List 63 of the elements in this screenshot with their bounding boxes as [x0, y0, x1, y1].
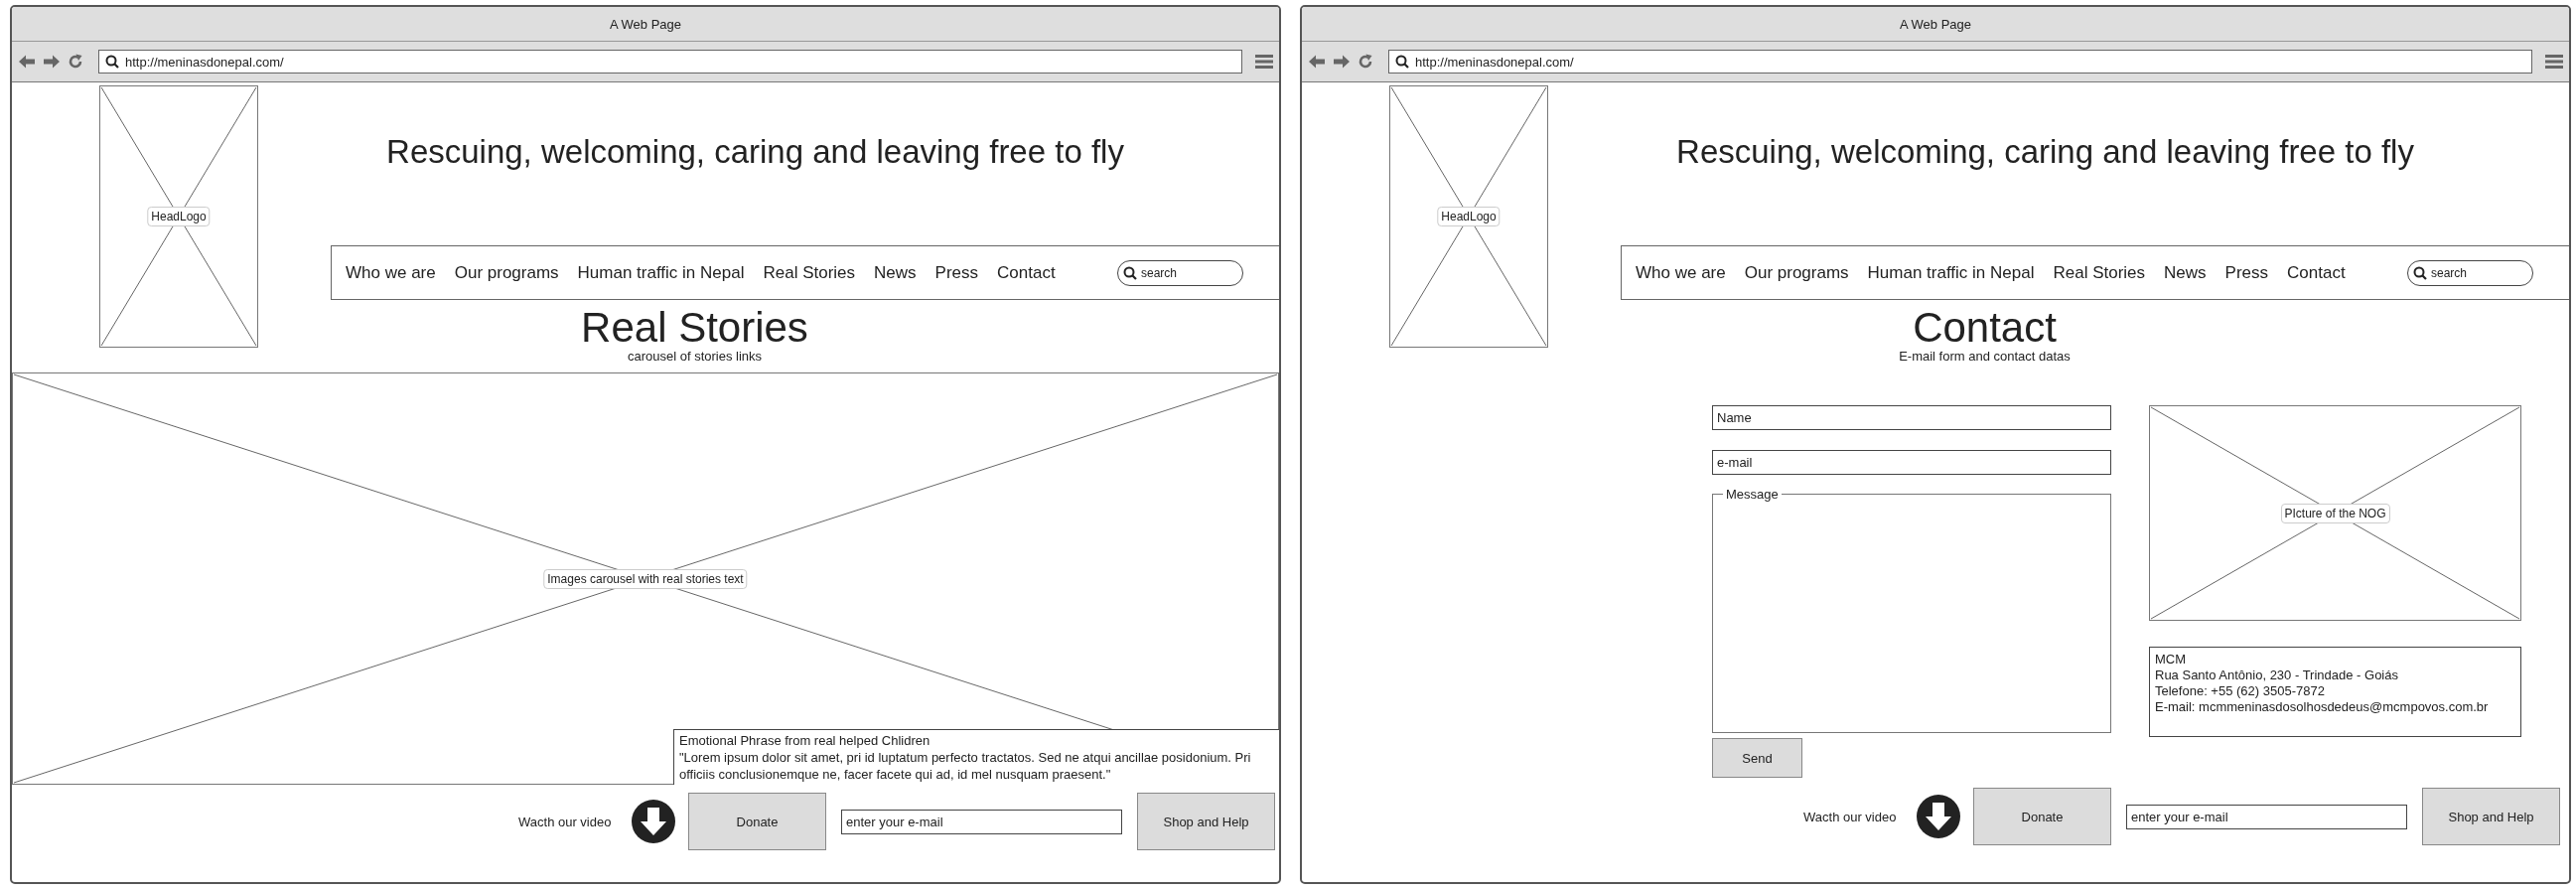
nav-link[interactable]: News	[2164, 262, 2207, 283]
page-subtitle: carousel of stories links	[626, 350, 764, 364]
search-field[interactable]: search	[2407, 259, 2533, 286]
contact-line: E-mail: mcmmeninasdosolhosdedeus@mcmpovos.com.br	[2155, 699, 2490, 715]
nav-link[interactable]: Human traffic in Nepal	[1867, 262, 2035, 283]
phrase-text: "Lorem ipsum dolor sit amet, pri id luptatum perfecto tractatos. Sed ne atqui ancillae posidonium. Pri officiis conclusionemque ne, facer facete qui ad, id mel nusquam praesent."	[679, 749, 1252, 783]
video-label: Wacth our video	[1803, 809, 1898, 824]
contact-line: Telefone: +55 (62) 3505-7872	[2155, 683, 2326, 699]
contact-line: MCM	[2155, 652, 2188, 668]
search-icon	[2413, 265, 2427, 280]
phrase-title: Emotional Phrase from real helped Chlidren	[679, 732, 931, 749]
nav-link[interactable]: Real Stories	[763, 262, 856, 283]
window-title: A Web Page	[12, 7, 1279, 42]
email-field[interactable]: e-mail	[1712, 450, 2111, 475]
menu-icon[interactable]	[2545, 54, 2563, 70]
message-field[interactable]: Message	[1712, 487, 2111, 733]
video-label: Wacth our video	[518, 814, 613, 829]
url-text: http://meninasdonepal.com/	[125, 54, 284, 70]
back-icon[interactable]	[18, 54, 36, 70]
window-title: A Web Page	[1302, 7, 2569, 42]
nav-link[interactable]: Our programs	[1744, 262, 1849, 283]
nav-link[interactable]: Human traffic in Nepal	[577, 262, 745, 283]
donate-button[interactable]: Donate	[688, 793, 826, 850]
url-text: http://meninasdonepal.com/	[1415, 54, 1574, 70]
nav-link[interactable]: Who we are	[1636, 262, 1726, 283]
email-field[interactable]: enter your e-mail	[2126, 804, 2407, 829]
search-field[interactable]: search	[1117, 259, 1243, 286]
address-bar[interactable]: http://meninasdonepal.com/	[98, 50, 1242, 74]
nav-link[interactable]: Who we are	[346, 262, 436, 283]
page-title: Contact	[1912, 306, 2058, 350]
placeholder-label: HeadLogo	[1437, 207, 1501, 226]
name-field[interactable]: Name	[1712, 405, 2111, 430]
reload-icon[interactable]	[68, 54, 83, 70]
search-icon	[1395, 55, 1409, 69]
forward-icon[interactable]	[43, 54, 61, 70]
placeholder-label: HeadLogo	[147, 207, 211, 226]
search-icon	[105, 55, 119, 69]
donate-button[interactable]: Donate	[1973, 788, 2111, 845]
page-subtitle: E-mail form and contact datas	[1898, 350, 2072, 364]
nav-link[interactable]: Our programs	[454, 262, 559, 283]
shop-button[interactable]: Shop and Help	[1137, 793, 1275, 850]
nav-link[interactable]: Contact	[2287, 262, 2346, 283]
back-icon[interactable]	[1308, 54, 1326, 70]
message-label: Message	[1726, 487, 1779, 502]
nav-link[interactable]: Contact	[997, 262, 1056, 283]
search-icon	[1123, 265, 1137, 280]
nav-link[interactable]: Real Stories	[2053, 262, 2146, 283]
email-field[interactable]: enter your e-mail	[841, 809, 1122, 834]
nav-link[interactable]: Press	[934, 262, 979, 283]
tagline: Rescuing, welcoming, caring and leaving free to fly	[1676, 133, 2414, 171]
tagline: Rescuing, welcoming, caring and leaving free to fly	[386, 133, 1124, 171]
nav-link[interactable]: News	[874, 262, 917, 283]
address-bar[interactable]: http://meninasdonepal.com/	[1388, 50, 2532, 74]
menu-icon[interactable]	[1255, 54, 1273, 70]
send-button[interactable]: Send	[1712, 738, 1802, 778]
contact-line: Rua Santo Antônio, 230 - Trindade - Goiás	[2155, 668, 2399, 683]
placeholder-label: PIcture of the NOG	[2280, 503, 2390, 523]
reload-icon[interactable]	[1358, 54, 1373, 70]
nav-link[interactable]: Press	[2224, 262, 2269, 283]
forward-icon[interactable]	[1333, 54, 1351, 70]
page-title: Real Stories	[580, 306, 809, 350]
placeholder-label: Images carousel with real stories text	[543, 568, 748, 589]
shop-button[interactable]: Shop and Help	[2422, 788, 2560, 845]
